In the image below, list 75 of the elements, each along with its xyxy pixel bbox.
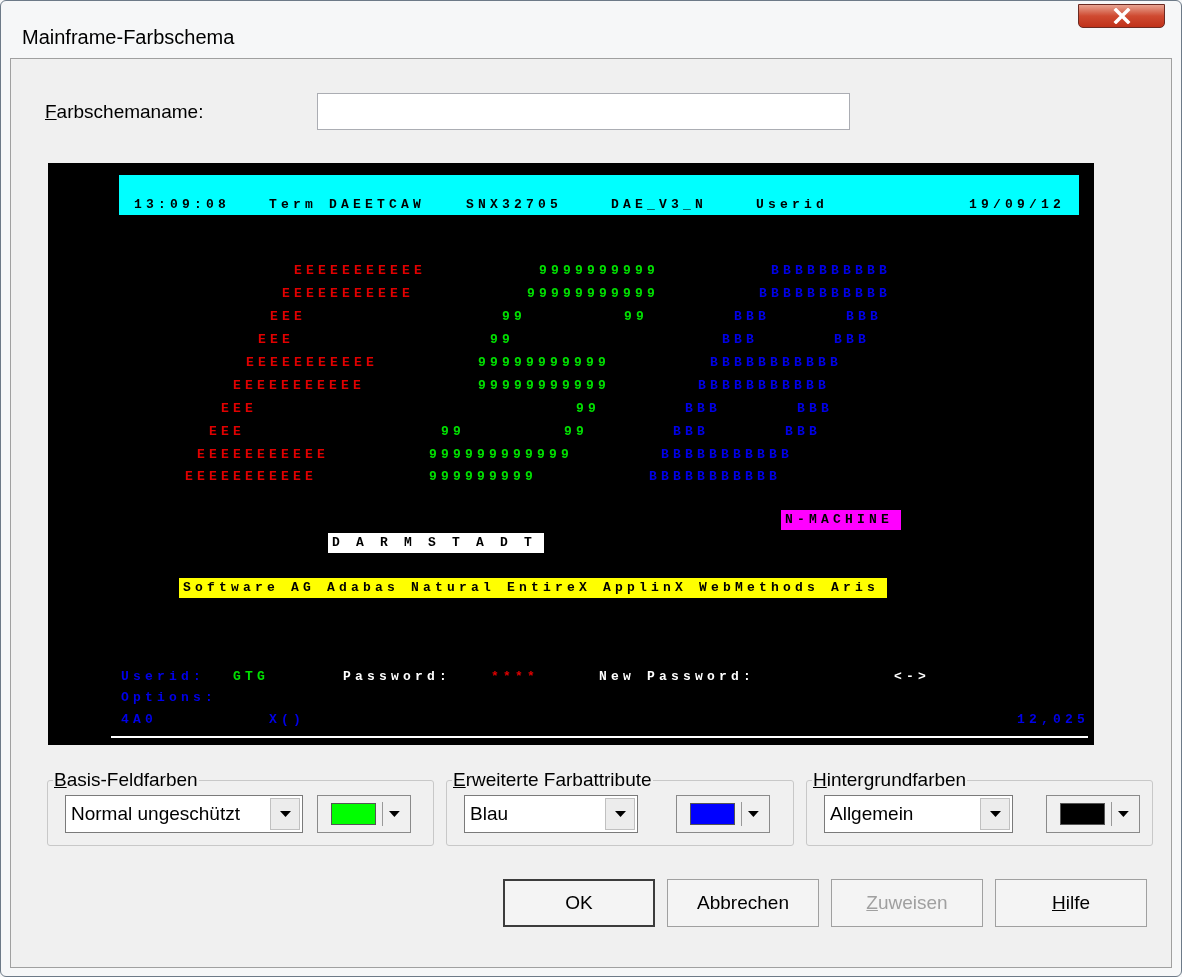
window-title: Mainframe-Farbschema xyxy=(22,26,235,49)
logo-text: 99999999999 xyxy=(527,286,659,302)
logo-text: 99 xyxy=(564,424,588,440)
dropdown-arrow-icon xyxy=(748,811,759,817)
close-icon xyxy=(1112,8,1131,24)
logo-text: BBBBBBBBBBB xyxy=(698,378,830,394)
logo-text: EEEEEEEEEEE xyxy=(246,355,378,371)
logo-text: BBB xyxy=(785,424,821,440)
dialog-button[interactable]: OK xyxy=(503,879,655,927)
dialog-button[interactable]: Abbrechen xyxy=(667,879,819,927)
terminal-text: Password: xyxy=(343,669,451,685)
terminal-text: 13:09:08 xyxy=(134,197,230,213)
color-picker-button[interactable] xyxy=(317,795,411,833)
terminal-text: Userid xyxy=(756,197,828,213)
terminal-text: **** xyxy=(491,669,539,685)
logo-text: BBBBBBBBBBB xyxy=(649,469,781,485)
logo-text: BBB xyxy=(734,309,770,325)
logo-text: BBBBBBBBBBB xyxy=(759,286,891,302)
input-field[interactable] xyxy=(317,93,850,130)
logo-text: BBB xyxy=(685,401,721,417)
logo-text: EEEEEEEEEEE xyxy=(233,378,365,394)
logo-text: 999999999 xyxy=(429,469,537,485)
logo-text: BBB xyxy=(846,309,882,325)
logo-text: EEE xyxy=(258,332,294,348)
logo-text: BBB xyxy=(673,424,709,440)
color-picker-button[interactable] xyxy=(676,795,770,833)
logo-text: BBBBBBBBBBB xyxy=(661,447,793,463)
logo-text: EEE xyxy=(221,401,257,417)
terminal-text: X() xyxy=(269,712,305,728)
logo-text: BBBBBBBBBBB xyxy=(710,355,842,371)
terminal-text: 12,025 xyxy=(1017,712,1089,728)
logo-text: BBB xyxy=(834,332,870,348)
close-button[interactable] xyxy=(1078,4,1165,28)
logo-text: BBB xyxy=(722,332,758,348)
field-label: Farbschemaname: xyxy=(45,100,205,123)
dropdown[interactable]: Normal ungeschützt xyxy=(65,795,303,833)
logo-text: 99999999999 xyxy=(478,378,610,394)
dialog-button[interactable]: Hilfe xyxy=(995,879,1147,927)
logo-text: 99 xyxy=(576,401,600,417)
dropdown[interactable]: Blau xyxy=(464,795,638,833)
group-label: Hintergrundfarben xyxy=(812,769,968,791)
color-picker-button[interactable] xyxy=(1046,795,1140,833)
terminal-banner: Software AG Adabas Natural EntireX ApplinX WebMethods Aris xyxy=(179,578,888,598)
terminal-banner: N-MACHINE xyxy=(781,510,901,530)
terminal-banner: D A R M S T A D T xyxy=(328,533,545,553)
terminal-text: 19/09/12 xyxy=(969,197,1065,213)
dropdown-arrow-icon xyxy=(1118,811,1129,817)
logo-text: 99999999999 xyxy=(478,355,610,371)
logo-text: BBBBBBBBBB xyxy=(771,263,891,279)
terminal-text: DAE_V3_N xyxy=(611,197,707,213)
terminal-text: GTG xyxy=(233,669,269,685)
terminal-text: New Password: xyxy=(599,669,756,685)
logo-text: EEEEEEEEEEE xyxy=(294,263,426,279)
terminal-text: Options: xyxy=(121,690,217,706)
logo-text: EEE xyxy=(270,309,306,325)
logo-text: 9999999999 xyxy=(539,263,659,279)
logo-text: 99 xyxy=(441,424,465,440)
terminal-text: Term DAEETCAW xyxy=(269,197,426,213)
logo-text: EEE xyxy=(209,424,245,440)
group-label: Basis-Feldfarben xyxy=(53,769,199,791)
logo-text: 99 xyxy=(502,309,526,325)
logo-text: 99 xyxy=(624,309,648,325)
terminal-text: <-> xyxy=(894,669,930,685)
logo-text: BBB xyxy=(797,401,833,417)
group-label: Erweiterte Farbattribute xyxy=(452,769,653,791)
logo-text: 999999999999 xyxy=(429,447,573,463)
dropdown-arrow-icon xyxy=(389,811,400,817)
logo-text: EEEEEEEEEEE xyxy=(282,286,414,302)
terminal-text: SNX32705 xyxy=(466,197,562,213)
terminal-text: Userid: xyxy=(121,669,205,685)
terminal-text: 4A0 xyxy=(121,712,157,728)
logo-text: EEEEEEEEEEE xyxy=(185,469,317,485)
logo-text: 99 xyxy=(490,332,514,348)
logo-text: EEEEEEEEEEE xyxy=(197,447,329,463)
dropdown[interactable]: Allgemein xyxy=(824,795,1013,833)
